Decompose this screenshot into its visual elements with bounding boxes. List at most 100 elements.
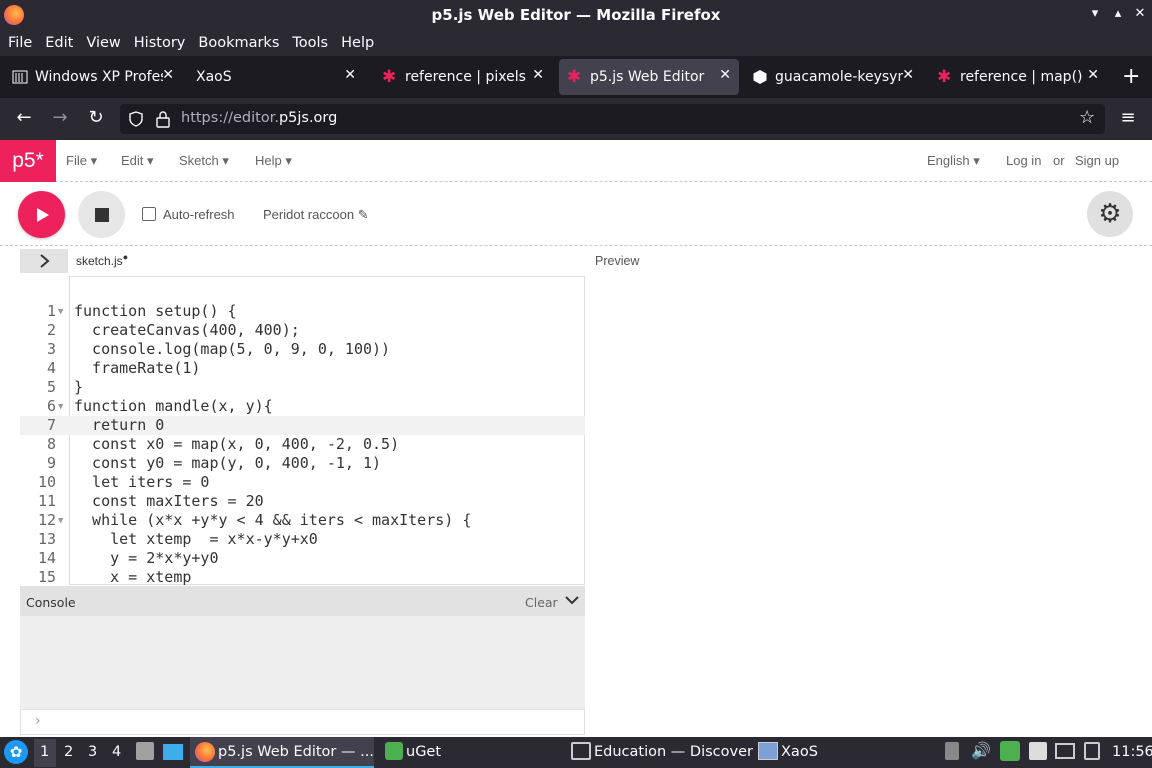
file-tab-sketch[interactable]: sketch.js● (76, 252, 128, 268)
stop-button[interactable] (78, 191, 125, 238)
p5-menu-file[interactable]: File ▾ (66, 153, 97, 169)
signup-link[interactable]: Sign up (1075, 153, 1119, 168)
workspace-1[interactable]: 1 (40, 744, 49, 760)
p5-menu-help[interactable]: Help ▾ (255, 153, 292, 169)
taskbar-app-uget[interactable]: uGet (406, 744, 441, 760)
code-line[interactable]: 2 createCanvas(400, 400); (20, 321, 585, 340)
console-clear-button[interactable]: Clear (525, 595, 558, 610)
settings-button[interactable]: ⚙ (1087, 191, 1133, 237)
fold-arrow-icon[interactable]: ▼ (58, 398, 63, 417)
close-tab-icon[interactable]: ✕ (344, 67, 356, 83)
url-bar[interactable]: https://editor.p5js.org ☆ (120, 104, 1105, 134)
code-text: const x0 = map(x, 0, 400, -2, 0.5) (74, 435, 400, 453)
tab-bar: Windows XP Profes ✕ XaoS ✕ ✱ reference |… (0, 56, 1152, 98)
code-text: } (74, 378, 84, 396)
minimize-icon[interactable]: ▾ (1087, 6, 1103, 21)
close-window-icon[interactable]: ✕ (1132, 6, 1148, 21)
taskbar-app-xaos[interactable]: XaoS (781, 744, 818, 760)
close-tab-icon[interactable]: ✕ (719, 67, 731, 83)
hamburger-menu-icon[interactable]: ≡ (1116, 107, 1140, 128)
windows-icon (12, 70, 28, 84)
clipboard-icon[interactable] (945, 742, 959, 760)
code-line[interactable]: 11 const maxIters = 20 (20, 492, 585, 511)
code-line[interactable]: 13 let xtemp = x*x-y*y+x0 (20, 530, 585, 549)
close-tab-icon[interactable]: ✕ (532, 67, 544, 83)
display-icon[interactable] (1055, 743, 1075, 759)
p5-menu-sketch[interactable]: Sketch ▾ (179, 153, 229, 169)
tab-guacamole[interactable]: guacamole-keysym ✕ (744, 59, 922, 95)
notes-icon[interactable] (1029, 742, 1047, 760)
code-line[interactable]: 15 x = xtemp (20, 568, 585, 585)
menu-edit[interactable]: Edit (45, 35, 73, 51)
fold-arrow-icon[interactable]: ▼ (58, 303, 63, 322)
p5-menu-edit[interactable]: Edit ▾ (121, 153, 154, 169)
code-line[interactable]: 7 return 0 (20, 416, 585, 435)
auto-refresh-checkbox[interactable] (142, 207, 156, 221)
menu-tools[interactable]: Tools (292, 35, 328, 51)
workspace-2[interactable]: 2 (64, 744, 73, 760)
play-button[interactable] (18, 191, 65, 238)
new-tab-button[interactable]: + (1122, 64, 1140, 89)
workspace-4[interactable]: 4 (112, 744, 121, 760)
notifications-icon[interactable] (1084, 742, 1100, 760)
code-text: frameRate(1) (74, 359, 201, 377)
login-link[interactable]: Log in (1006, 153, 1041, 168)
code-line[interactable]: 14 y = 2*x*y+y0 (20, 549, 585, 568)
taskbar-app-discover[interactable]: Education — Discover (594, 744, 753, 760)
code-line[interactable]: 8 const x0 = map(x, 0, 400, -2, 0.5) (20, 435, 585, 454)
desktop-icon[interactable] (163, 744, 183, 760)
tab-label: guacamole-keysym (775, 69, 903, 85)
auto-refresh-label: Auto-refresh (163, 207, 235, 222)
tab-reference-pixels[interactable]: ✱ reference | pixels ✕ (374, 59, 552, 95)
code-line[interactable]: 9 const y0 = map(y, 0, 400, -1, 1) (20, 454, 585, 473)
close-tab-icon[interactable]: ✕ (162, 67, 174, 83)
tab-reference-map[interactable]: ✱ reference | map() ✕ (929, 59, 1107, 95)
close-tab-icon[interactable]: ✕ (1087, 67, 1099, 83)
menu-file[interactable]: File (8, 35, 32, 51)
code-lines[interactable]: 1 ▼ function setup() {2 createCanvas(400, … (20, 302, 585, 585)
volume-icon[interactable]: 🔊 (971, 741, 991, 760)
forward-icon[interactable]: → (48, 107, 72, 128)
workspace-3[interactable]: 3 (88, 744, 97, 760)
code-line[interactable]: 10 let iters = 0 (20, 473, 585, 492)
close-tab-icon[interactable]: ✕ (902, 67, 914, 83)
bookmark-star-icon[interactable]: ☆ (1079, 107, 1095, 128)
code-text: return 0 (74, 416, 165, 434)
menu-view[interactable]: View (86, 35, 120, 51)
fold-arrow-icon[interactable]: ▼ (58, 512, 63, 531)
p5-logo[interactable]: p5* (0, 140, 56, 182)
pencil-icon[interactable]: ✎ (358, 207, 369, 222)
code-line[interactable]: 5} (20, 378, 585, 397)
hexagon-icon (753, 70, 767, 84)
file-manager-icon[interactable] (136, 742, 154, 760)
lock-icon[interactable] (155, 110, 171, 128)
uget-tray-icon[interactable] (1000, 741, 1020, 761)
p5-menu-label: Edit (121, 153, 144, 168)
sidebar-toggle-button[interactable] (20, 249, 68, 273)
menu-help[interactable]: Help (341, 35, 374, 51)
tab-windows-xp[interactable]: Windows XP Profes ✕ (4, 59, 182, 95)
clock: 11:56 (1112, 744, 1152, 760)
tab-xaos[interactable]: XaoS ✕ (186, 59, 364, 95)
code-line[interactable]: 12 ▼ while (x*x +y*y < 4 && iters < maxIt… (20, 511, 585, 530)
back-icon[interactable]: ← (12, 107, 36, 128)
shield-icon[interactable] (128, 111, 144, 127)
chevron-down-icon[interactable] (565, 595, 579, 605)
code-line[interactable]: 4 frameRate(1) (20, 359, 585, 378)
menu-history[interactable]: History (134, 35, 186, 51)
console-input[interactable]: › (20, 709, 585, 735)
app-launcher-icon[interactable]: ✿ (4, 740, 28, 764)
code-line[interactable]: 3 console.log(map(5, 0, 9, 0, 100)) (20, 340, 585, 359)
line-number: 2 (46, 321, 56, 339)
sketch-name[interactable]: Peridot raccoon ✎ (263, 207, 369, 223)
tab-p5-editor[interactable]: ✱ p5.js Web Editor ✕ (559, 59, 739, 95)
tab-label: reference | pixels (405, 69, 526, 85)
menu-bookmarks[interactable]: Bookmarks (198, 35, 279, 51)
stop-icon (94, 207, 109, 222)
code-text: let iters = 0 (74, 473, 210, 491)
code-line[interactable]: 6 ▼ function mandle(x, y){ (20, 397, 585, 416)
code-line[interactable]: 1 ▼ function setup() { (20, 302, 585, 321)
reload-icon[interactable]: ↻ (84, 107, 108, 128)
language-select[interactable]: English ▾ (927, 153, 980, 169)
maximize-icon[interactable]: ▴ (1110, 6, 1126, 21)
